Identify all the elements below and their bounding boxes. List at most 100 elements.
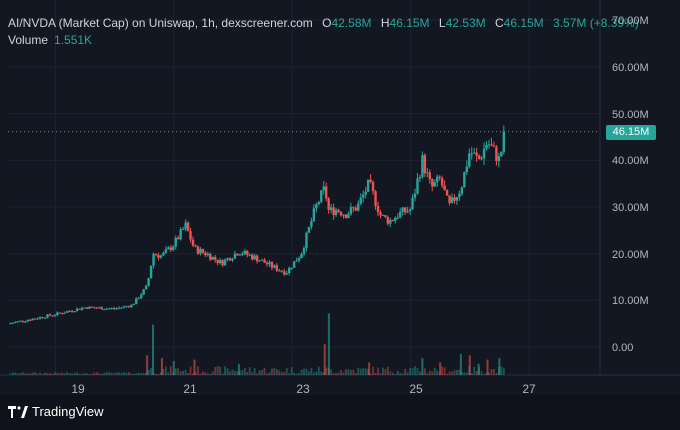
candle-body [364,191,367,195]
volume-bar [330,369,333,375]
volume-bar [258,370,261,375]
volume-bar [305,368,308,375]
candle-body [61,313,64,315]
volume-bar [44,372,46,375]
candle-body [218,260,222,264]
y-tick-label: 60.00M [612,62,649,74]
candle-body [164,249,168,253]
candle-body [423,155,427,174]
candle-body [418,176,422,179]
volume-bar [459,354,462,375]
candle-body [394,217,397,221]
candle-body [241,254,244,256]
tradingview-logo[interactable]: TradingView [8,404,104,419]
candle-body [115,308,118,310]
x-tick-label: 27 [522,382,536,396]
volume-bar [58,373,61,375]
volume-bar [71,373,74,375]
candle-body [344,214,348,219]
volume-bar [216,366,219,375]
candle-body [216,259,219,264]
candle-body [273,265,276,268]
volume-bar [172,361,175,375]
candle-body [302,248,306,254]
candle-body [154,254,158,256]
volume-bar [493,369,495,375]
volume-bar [137,372,140,375]
candle-body [223,259,227,266]
volume-bar [468,355,471,375]
candle-body [112,308,116,310]
volume-bar [308,371,310,375]
candle-body [283,271,286,275]
volume-bar [327,313,330,375]
candle-body [482,148,486,159]
candle-body [38,317,42,319]
volume-bar [19,373,22,375]
volume-bar [229,371,231,375]
volume-bar [221,373,224,375]
volume-bar [120,372,123,375]
volume-bar [416,367,419,375]
volume-value: 1.551K [54,33,93,47]
candle-body [206,253,209,256]
tradingview-icon [8,405,28,418]
candle-body [366,179,370,192]
y-tick-label: 30.00M [612,202,649,214]
candle-body [125,306,128,308]
volume-bar [108,372,111,375]
volume-bar [357,367,360,375]
candle-body [379,212,382,216]
volume-bar [396,370,399,375]
volume-bar [347,369,350,375]
candle-body [16,321,20,323]
volume-bar [16,373,19,375]
volume-bar [83,373,86,375]
volume-bar [251,372,254,375]
candle-body [305,232,308,249]
candle-body [95,307,98,309]
volume-bar [428,370,431,375]
candle-body [327,198,330,210]
volume-bar [140,373,143,375]
candle-body [231,258,234,261]
volume-bar [211,371,214,375]
close-value: 46.15M [503,16,544,30]
volume-bar [335,372,337,375]
candle-body [433,182,436,187]
volume-bar [9,373,12,375]
volume-bar [391,372,394,375]
volume-bar [164,366,167,375]
volume-bar [419,371,421,375]
volume-bar [219,366,222,375]
candle-body [140,294,143,299]
volume-bar [224,366,226,375]
volume-bar [310,367,313,375]
volume-bar [298,373,300,375]
candle-body [376,205,380,213]
price-chart[interactable] [0,0,680,395]
legend-ohlc-row: AI/NVDA (Market Cap) on Uniswap, 1h, dex… [8,15,645,32]
candle-body [152,254,155,266]
brand-name: TradingView [32,404,104,419]
close-label: C [494,16,504,30]
volume-bar [135,373,138,375]
volume-bar [451,371,453,375]
candle-body [248,254,251,256]
volume-bar [465,372,468,375]
candle-body [11,322,15,324]
candle-body [63,312,66,314]
symbol-title: AI/NVDA (Market Cap) on Uniswap, 1h, dex… [8,16,313,30]
volume-bar [278,370,281,375]
candle-body [263,259,266,263]
candle-body [453,197,456,201]
volume-bar [98,373,101,375]
low-value: 42.53M [445,16,486,30]
volume-bar [130,373,133,375]
volume-bar [39,372,41,375]
candle-body [445,190,449,196]
volume-bar [423,368,426,375]
volume-bar [63,373,66,375]
volume-label: Volume [8,33,49,47]
volume-bar [86,373,88,375]
